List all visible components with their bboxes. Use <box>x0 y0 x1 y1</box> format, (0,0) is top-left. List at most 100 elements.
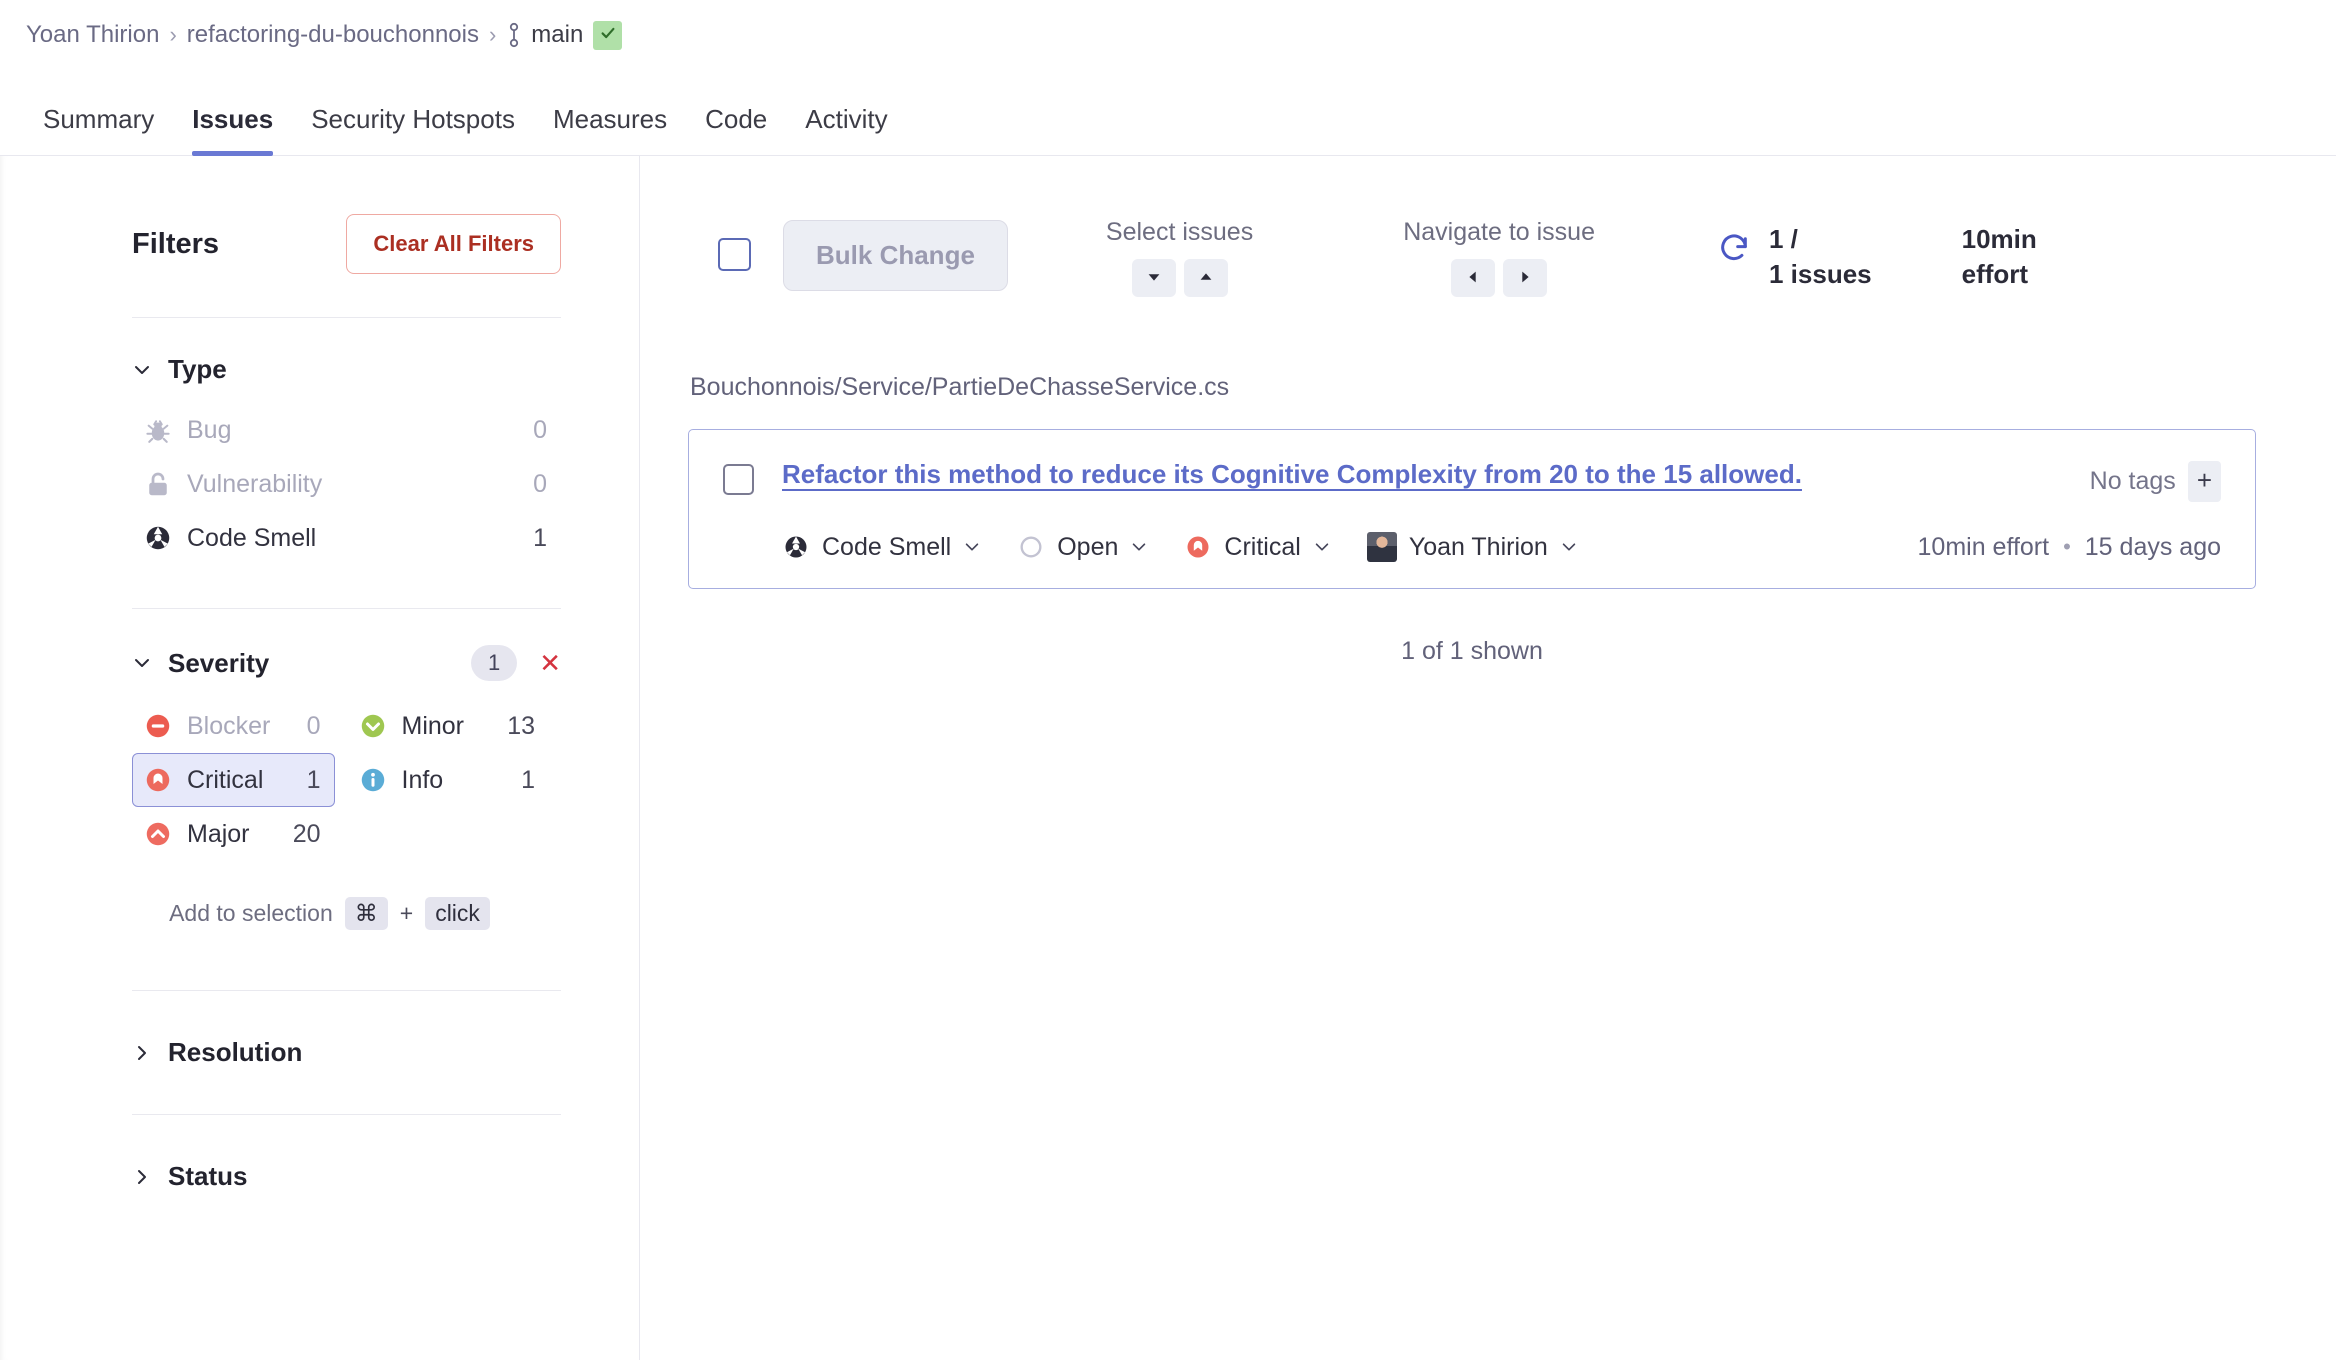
issue-severity-selector[interactable]: Critical <box>1184 533 1330 562</box>
open-status-icon <box>1017 533 1045 561</box>
facet-status-header[interactable]: Status <box>132 1161 561 1192</box>
issue-tags-group: No tags + <box>2090 458 2221 502</box>
chevron-right-icon <box>132 1043 152 1063</box>
issue-select-checkbox[interactable] <box>723 464 754 495</box>
issue-assignee-selector[interactable]: Yoan Thirion <box>1366 532 1578 562</box>
issue-status-selector[interactable]: Open <box>1017 533 1148 562</box>
issue-card-primary-row: Refactor this method to reduce its Cogni… <box>723 458 2221 502</box>
navigate-buttons <box>1451 259 1548 297</box>
breadcrumb: Yoan Thirion › refactoring-du-bouchonnoi… <box>26 20 623 50</box>
facet-severity-clear-icon[interactable]: ✕ <box>539 650 561 676</box>
issues-toolbar: Bulk Change Select issues Navigate to is… <box>688 204 2256 297</box>
issue-assignee-label: Yoan Thirion <box>1408 532 1548 561</box>
select-issues-label: Select issues <box>1105 218 1254 246</box>
bulk-change-button[interactable]: Bulk Change <box>783 220 1008 291</box>
chevron-down-icon <box>1130 538 1148 556</box>
avatar <box>1366 532 1397 562</box>
facet-item-code-smell[interactable]: Code Smell 1 <box>132 511 561 565</box>
facet-item-vulnerability-label: Vulnerability <box>187 469 323 498</box>
issue-meta-separator: • <box>2063 534 2071 559</box>
facet-status-title: Status <box>168 1161 248 1191</box>
caret-down-icon <box>1145 268 1163 289</box>
filters-sidebar: Filters Clear All Filters Type Bug 0 Vul… <box>0 156 640 1360</box>
total-effort-label: effort <box>1961 258 2029 289</box>
facet-item-blocker-label: Blocker <box>187 711 271 740</box>
navigate-next-button[interactable] <box>1503 259 1548 297</box>
facet-severity-header[interactable]: Severity 1 ✕ <box>132 645 561 681</box>
chevron-down-icon <box>1313 538 1331 556</box>
tab-security-hotspots[interactable]: Security Hotspots <box>292 104 534 155</box>
facet-item-minor-count: 13 <box>507 711 535 740</box>
minor-icon <box>358 711 402 741</box>
issue-file-path[interactable]: Bouchonnois/Service/PartieDeChasseServic… <box>690 373 2256 402</box>
critical-icon <box>143 765 187 795</box>
issues-shown-count: 1 of 1 shown <box>1401 637 1543 665</box>
facet-type-header[interactable]: Type <box>132 354 561 385</box>
chevron-down-icon <box>1560 538 1578 556</box>
bug-icon <box>143 415 187 445</box>
check-icon <box>599 21 617 49</box>
tab-measures[interactable]: Measures <box>534 104 686 155</box>
critical-icon <box>1184 533 1212 561</box>
select-next-issue-button[interactable] <box>1131 259 1176 297</box>
facet-status: Status <box>132 1115 599 1192</box>
issues-main-panel: Bulk Change Select issues Navigate to is… <box>640 156 2336 1360</box>
tab-code[interactable]: Code <box>686 104 786 155</box>
add-tag-button[interactable]: + <box>2187 461 2221 502</box>
tab-activity[interactable]: Activity <box>786 104 906 155</box>
issues-count-text: 1 / 1 issues <box>1769 222 1872 291</box>
breadcrumb-separator-2: › <box>488 22 497 47</box>
page-header: Yoan Thirion › refactoring-du-bouchonnoi… <box>0 0 2336 70</box>
caret-left-icon <box>1464 268 1482 289</box>
chevron-right-icon <box>132 1167 152 1187</box>
issues-count-group: 1 / 1 issues <box>1717 204 1872 291</box>
facet-item-minor[interactable]: Minor 13 <box>347 699 550 753</box>
issue-title-link[interactable]: Refactor this method to reduce its Cogni… <box>782 458 1802 491</box>
facet-item-blocker[interactable]: Blocker 0 <box>132 699 335 753</box>
breadcrumb-project[interactable]: refactoring-du-bouchonnois <box>187 21 479 49</box>
facet-item-bug-label: Bug <box>187 415 232 444</box>
facet-item-major[interactable]: Major 20 <box>132 807 335 861</box>
breadcrumb-separator-1: › <box>169 22 177 47</box>
branch-selector[interactable]: main <box>506 21 583 49</box>
clear-all-filters-button[interactable]: Clear All Filters <box>346 214 561 274</box>
navigate-previous-button[interactable] <box>1451 259 1496 297</box>
facet-type-list: Bug 0 Vulnerability 0 Code Smell 1 <box>132 403 561 565</box>
issue-meta-right: 10min effort • 15 days ago <box>1918 533 2221 562</box>
select-previous-issue-button[interactable] <box>1183 259 1228 297</box>
facet-item-critical-label: Critical <box>187 765 264 794</box>
facet-item-major-label: Major <box>187 819 250 848</box>
blocker-icon <box>143 711 187 741</box>
chevron-down-icon <box>132 653 152 673</box>
facet-item-critical-count: 1 <box>306 765 321 794</box>
tab-issues[interactable]: Issues <box>173 104 292 156</box>
facet-item-major-count: 20 <box>292 819 321 848</box>
facet-item-critical[interactable]: Critical 1 <box>132 753 335 807</box>
facet-item-info-label: Info <box>401 765 444 794</box>
facet-resolution-header[interactable]: Resolution <box>132 1037 561 1068</box>
issue-no-tags-label[interactable]: No tags <box>2090 467 2176 496</box>
issue-type-label: Code Smell <box>822 532 952 561</box>
breadcrumb-org[interactable]: Yoan Thirion <box>26 21 159 49</box>
facet-resolution: Resolution <box>132 991 599 1068</box>
issue-type-selector[interactable]: Code Smell <box>782 533 981 562</box>
select-all-checkbox[interactable] <box>718 238 751 271</box>
command-key-badge: ⌘ <box>344 897 388 930</box>
facet-item-bug[interactable]: Bug 0 <box>132 403 561 457</box>
code-smell-icon <box>143 523 187 553</box>
select-issues-buttons <box>1131 259 1228 297</box>
vulnerability-icon <box>143 469 187 499</box>
refresh-icon[interactable] <box>1717 222 1751 265</box>
tab-summary[interactable]: Summary <box>24 104 173 155</box>
select-issues-group: Select issues <box>1106 204 1253 297</box>
navigate-to-issue-label: Navigate to issue <box>1403 218 1595 246</box>
facet-item-info[interactable]: Info 1 <box>347 753 550 807</box>
issues-count-line-2: 1 issues <box>1769 258 1872 289</box>
facet-item-bug-count: 0 <box>533 415 547 444</box>
issue-age-label: 15 days ago <box>2084 532 2221 561</box>
navigate-to-issue-group: Navigate to issue <box>1403 204 1595 297</box>
facet-type: Type Bug 0 Vulnerability 0 Code Smell 1 <box>132 318 599 565</box>
caret-right-icon <box>1516 268 1534 289</box>
facet-item-vulnerability[interactable]: Vulnerability 0 <box>132 457 561 511</box>
info-icon <box>358 765 402 795</box>
